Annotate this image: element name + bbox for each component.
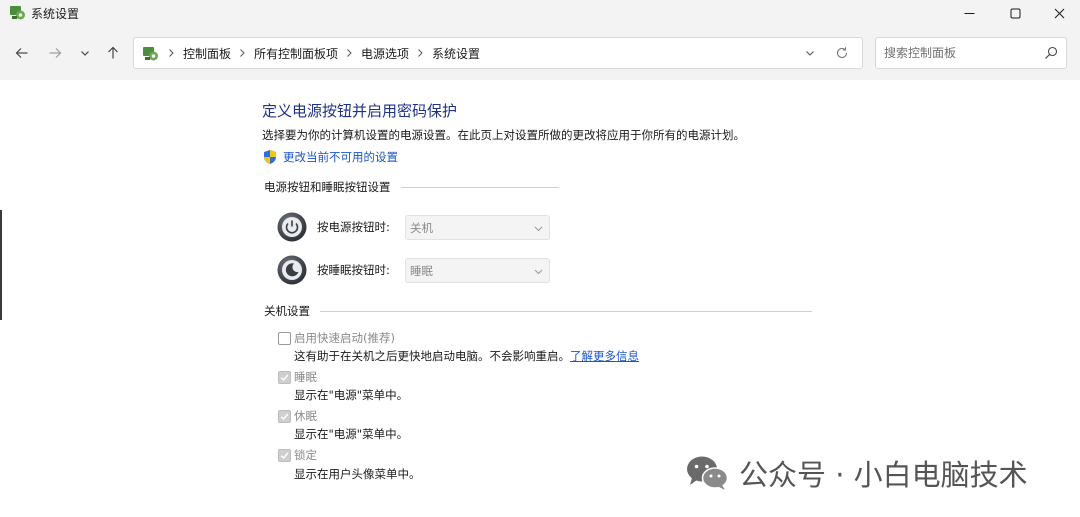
sleep-option[interactable]: 睡眠 [278, 369, 317, 385]
power-button-icon [277, 212, 307, 242]
checkmark-icon [280, 413, 289, 420]
page-description: 选择要为你的计算机设置的电源设置。在此页上对设置所做的更改将应用于你所有的电源计… [262, 128, 745, 142]
breadcrumb-item[interactable]: 控制面板 [179, 45, 235, 62]
breadcrumb-item[interactable]: 电源选项 [357, 45, 413, 62]
refresh-icon [836, 47, 848, 59]
lock-description: 显示在用户头像菜单中。 [294, 467, 421, 481]
close-button[interactable] [1036, 0, 1080, 26]
description-text: 这有助于在关机之后更快地启动电脑。不会影响重启。 [294, 349, 570, 363]
watermark-text: 公众号 · 小白电脑技术 [739, 458, 1028, 492]
chevron-down-icon [534, 269, 543, 274]
power-button-label: 按电源按钮时: [317, 220, 390, 234]
shutdown-section-header: 关机设置 [264, 303, 812, 319]
window-edge [0, 210, 2, 320]
divider [320, 310, 812, 312]
control-panel-icon [143, 47, 158, 61]
breadcrumb: 控制面板 所有控制面板项 电源选项 系统设置 [164, 38, 484, 68]
up-button[interactable] [101, 42, 125, 64]
divider [400, 186, 559, 188]
arrow-up-icon [108, 46, 118, 59]
power-button-action-select[interactable]: 关机 [405, 214, 550, 240]
minimize-button[interactable] [946, 0, 992, 26]
address-dropdown-button[interactable] [802, 45, 818, 61]
search-icon[interactable] [1044, 46, 1058, 60]
arrow-right-icon [49, 48, 62, 58]
chevron-down-icon [806, 51, 814, 56]
sleep-description: 显示在"电源"菜单中。 [294, 388, 409, 402]
sleep-label: 睡眠 [294, 370, 317, 384]
back-button[interactable] [10, 42, 34, 64]
section-title: 关机设置 [264, 304, 310, 318]
lock-option[interactable]: 锁定 [278, 447, 317, 463]
title-bar: 系统设置 [0, 0, 1080, 26]
maximize-icon [1010, 8, 1020, 18]
chevron-right-icon [164, 49, 179, 57]
sleep-button-label: 按睡眠按钮时: [317, 263, 390, 277]
fast-startup-checkbox[interactable] [278, 331, 291, 345]
fast-startup-option[interactable]: 启用快速启动(推荐) [278, 330, 395, 346]
search-input[interactable] [884, 44, 1034, 62]
navigation-bar: 控制面板 所有控制面板项 电源选项 系统设置 [0, 26, 1080, 80]
hibernate-option[interactable]: 休眠 [278, 408, 317, 424]
breadcrumb-item[interactable]: 所有控制面板项 [250, 45, 342, 62]
wechat-icon [687, 456, 729, 490]
chevron-right-icon [235, 49, 250, 57]
window-title: 系统设置 [31, 7, 80, 21]
section-title: 电源按钮和睡眠按钮设置 [264, 180, 391, 194]
chevron-down-icon [81, 51, 89, 56]
forward-button[interactable] [43, 42, 67, 64]
sleep-button-icon [277, 255, 307, 285]
refresh-button[interactable] [834, 45, 850, 61]
power-buttons-section-header: 电源按钮和睡眠按钮设置 [264, 179, 559, 195]
recent-locations-button[interactable] [73, 42, 97, 64]
fast-startup-label: 启用快速启动(推荐) [294, 331, 395, 345]
page-title: 定义电源按钮并启用密码保护 [262, 102, 458, 120]
address-bar[interactable]: 控制面板 所有控制面板项 电源选项 系统设置 [133, 37, 863, 69]
maximize-button[interactable] [992, 0, 1038, 26]
arrow-left-icon [15, 48, 28, 58]
breadcrumb-item[interactable]: 系统设置 [428, 45, 484, 62]
close-icon [1054, 8, 1064, 18]
power-button-row: 按电源按钮时: 关机 [277, 211, 550, 243]
change-settings-link-label[interactable]: 更改当前不可用的设置 [283, 149, 398, 165]
checkmark-icon [280, 374, 289, 381]
search-box[interactable] [875, 37, 1067, 69]
chevron-right-icon [413, 49, 428, 57]
sleep-button-action-select[interactable]: 睡眠 [405, 257, 550, 283]
chevron-right-icon [342, 49, 357, 57]
uac-shield-icon [264, 150, 276, 164]
sleep-button-row: 按睡眠按钮时: 睡眠 [277, 254, 550, 286]
minimize-icon [964, 12, 974, 14]
checkmark-icon [280, 452, 289, 459]
main-content: 定义电源按钮并启用密码保护 选择要为你的计算机设置的电源设置。在此页上对设置所做… [0, 80, 1080, 517]
control-panel-icon [10, 6, 25, 20]
fast-startup-description: 这有助于在关机之后更快地启动电脑。不会影响重启。了解更多信息 [294, 348, 639, 364]
selected-value: 睡眠 [410, 263, 433, 278]
lock-label: 锁定 [294, 448, 317, 462]
sleep-checkbox[interactable] [278, 370, 291, 384]
hibernate-checkbox[interactable] [278, 409, 291, 423]
watermark: 公众号 · 小白电脑技术 [685, 452, 1028, 494]
lock-checkbox[interactable] [278, 448, 291, 462]
selected-value: 关机 [410, 220, 433, 235]
hibernate-description: 显示在"电源"菜单中。 [294, 427, 409, 441]
learn-more-link[interactable]: 了解更多信息 [570, 349, 639, 363]
chevron-down-icon [534, 226, 543, 231]
hibernate-label: 休眠 [294, 409, 317, 423]
change-settings-link[interactable]: 更改当前不可用的设置 [262, 149, 398, 165]
